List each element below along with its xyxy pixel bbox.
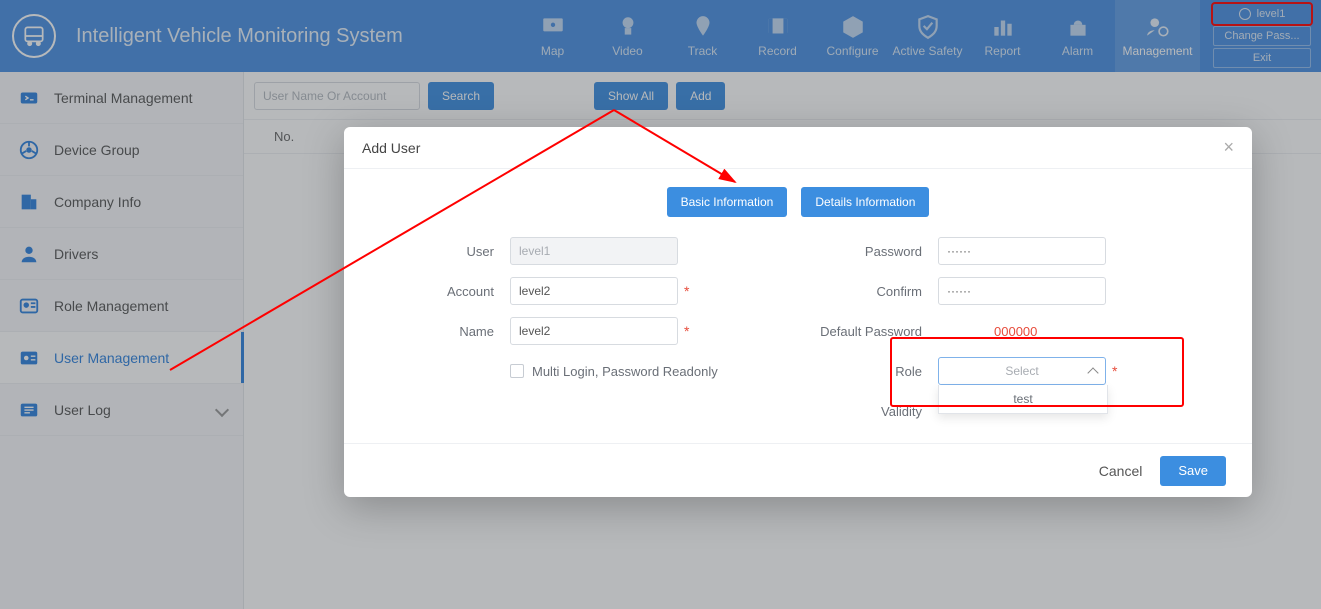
show-all-button[interactable]: Show All [594,82,668,110]
close-icon[interactable]: × [1223,137,1234,158]
modal-footer: Cancel Save [344,443,1252,497]
default-password-value: 000000 [994,324,1037,339]
nav-management[interactable]: Management [1115,0,1200,72]
required-marker: * [684,283,689,299]
top-bar: Intelligent Vehicle Monitoring System Ma… [0,0,1321,72]
change-password-link[interactable]: Change Pass... [1213,26,1311,46]
sidebar-item-role-management[interactable]: Role Management [0,280,243,332]
input-user [510,237,678,265]
cancel-button[interactable]: Cancel [1099,463,1143,479]
user-card-icon [18,347,40,369]
label-name: Name [370,324,510,339]
input-confirm[interactable] [938,277,1106,305]
sidebar-item-terminal-management[interactable]: Terminal Management [0,72,243,124]
nav-alarm[interactable]: Alarm [1040,0,1115,72]
chevron-up-icon [1087,367,1098,378]
alarm-icon [1065,14,1091,40]
film-icon [765,14,791,40]
nav-video[interactable]: Video [590,0,665,72]
log-icon [18,399,40,421]
modal-tabs: Basic Information Details Information [344,169,1252,225]
bar-chart-icon [990,14,1016,40]
nav-configure[interactable]: Configure [815,0,890,72]
label-password: Password [798,244,938,259]
user-gear-icon [1145,14,1171,40]
nav-active-safety[interactable]: Active Safety [890,0,965,72]
input-account[interactable] [510,277,678,305]
multi-login-row[interactable]: Multi Login, Password Readonly [370,351,798,391]
bus-logo-icon [12,14,56,58]
exit-link[interactable]: Exit [1213,48,1311,68]
label-confirm: Confirm [798,284,938,299]
label-account: Account [370,284,510,299]
nav-record[interactable]: Record [740,0,815,72]
modal-header: Add User × [344,127,1252,169]
user-icon [1239,8,1251,20]
sidebar-item-drivers[interactable]: Drivers [0,228,243,280]
user-header-box: level1 Change Pass... Exit [1213,4,1311,70]
col-no: No. [274,129,294,144]
add-button[interactable]: Add [676,82,725,110]
shield-check-icon [915,14,941,40]
input-password[interactable] [938,237,1106,265]
label-default-password: Default Password [798,324,938,339]
tab-details-information[interactable]: Details Information [801,187,929,217]
sidebar: Terminal Management Device Group Company… [0,72,244,609]
form-col-left: User Account * Name * Multi Login, Passwor… [370,231,798,431]
role-dropdown: test [938,385,1108,414]
save-button[interactable]: Save [1160,456,1226,486]
search-button[interactable]: Search [428,82,494,110]
input-name[interactable] [510,317,678,345]
form-col-right: Password Confirm Default Password000000 … [798,231,1226,431]
sidebar-item-company-info[interactable]: Company Info [0,176,243,228]
building-icon [18,191,40,213]
required-marker: * [1112,363,1117,379]
brand: Intelligent Vehicle Monitoring System [0,14,403,58]
label-validity: Validity [798,404,938,419]
top-nav: Map Video Track Record Configure Active … [515,0,1200,72]
current-user[interactable]: level1 [1213,4,1311,24]
steering-icon [18,139,40,161]
role-placeholder: Select [1005,364,1038,378]
required-marker: * [684,323,689,339]
id-card-icon [18,295,40,317]
form-grid: User Account * Name * Multi Login, Passwor… [344,225,1252,443]
driver-icon [18,243,40,265]
toolbar: Search Show All Add [244,72,1321,120]
search-input[interactable] [254,82,420,110]
nav-track[interactable]: Track [665,0,740,72]
sidebar-item-device-group[interactable]: Device Group [0,124,243,176]
nav-map[interactable]: Map [515,0,590,72]
camera-icon [615,14,641,40]
sidebar-item-user-management[interactable]: User Management [0,332,243,384]
box-icon [840,14,866,40]
app-title: Intelligent Vehicle Monitoring System [76,25,403,48]
terminal-icon [18,87,40,109]
label-role: Role [798,364,938,379]
sidebar-item-user-log[interactable]: User Log [0,384,243,436]
label-user: User [370,244,510,259]
role-option-test[interactable]: test [939,385,1107,413]
track-pin-icon [690,14,716,40]
multi-login-label: Multi Login, Password Readonly [532,364,718,379]
monitor-icon [540,14,566,40]
modal-title: Add User [362,140,420,156]
chevron-down-icon [215,402,229,416]
select-role[interactable]: Select test [938,357,1106,385]
checkbox-multi-login[interactable] [510,364,524,378]
nav-report[interactable]: Report [965,0,1040,72]
add-user-modal: Add User × Basic Information Details Inf… [344,127,1252,497]
tab-basic-information[interactable]: Basic Information [667,187,788,217]
